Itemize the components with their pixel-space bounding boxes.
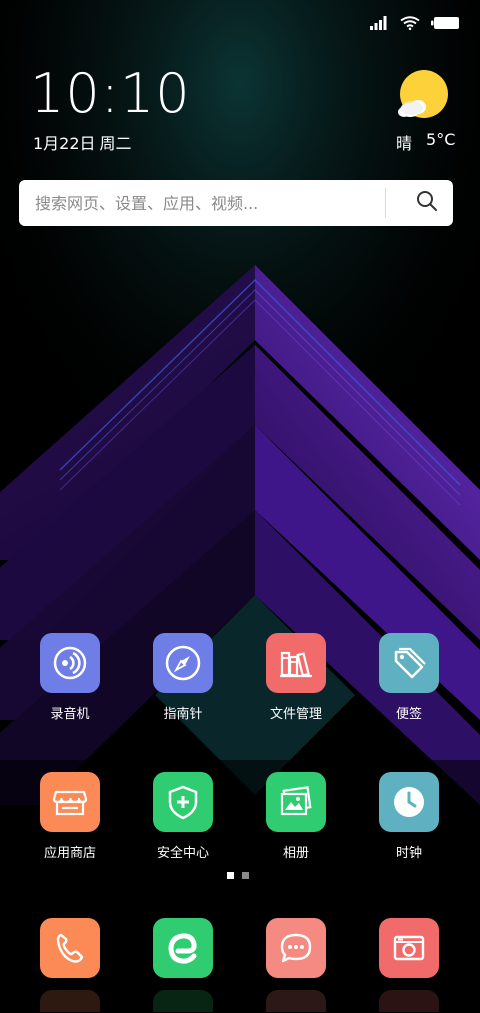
clock-icon (379, 772, 439, 832)
dock-messages[interactable] (266, 918, 326, 978)
file-manager-icon (266, 633, 326, 693)
app-recorder[interactable]: 录音机 (25, 633, 115, 722)
app-clock[interactable]: 时钟 (364, 772, 454, 861)
clock-time[interactable]: 10:10 (30, 62, 191, 125)
battery-icon (430, 16, 460, 30)
tag-icon (379, 633, 439, 693)
date-text: 1月22日 (33, 134, 96, 153)
dock-reflection (266, 990, 326, 1012)
page-dot-active[interactable] (227, 872, 234, 879)
recorder-icon (40, 633, 100, 693)
dock-phone[interactable] (40, 918, 100, 978)
search-input[interactable] (19, 180, 384, 226)
wifi-icon (400, 16, 420, 30)
app-label: 文件管理 (269, 707, 322, 722)
dock-reflection (40, 990, 100, 1012)
app-label: 时钟 (395, 846, 422, 861)
dock-reflection (153, 990, 213, 1012)
search-bar (19, 180, 453, 226)
page-indicator[interactable] (227, 872, 249, 879)
app-label: 录音机 (50, 707, 90, 722)
compass-icon (153, 633, 213, 693)
search-button[interactable] (405, 188, 449, 218)
weekday-text: 周二 (99, 134, 132, 153)
app-file-manager[interactable]: 文件管理 (251, 633, 341, 722)
phone-icon (40, 918, 100, 978)
weather-condition: 晴 (396, 134, 413, 153)
app-label: 应用商店 (43, 846, 96, 861)
status-bar (0, 0, 480, 44)
signal-icon (370, 16, 390, 30)
gallery-icon (266, 772, 326, 832)
app-store[interactable]: 应用商店 (25, 772, 115, 861)
store-icon (40, 772, 100, 832)
app-gallery[interactable]: 相册 (251, 772, 341, 861)
sun-cloud-icon[interactable] (396, 70, 450, 124)
search-divider (385, 188, 386, 218)
dock-camera[interactable] (379, 918, 439, 978)
date-line[interactable]: 1月22日 周二 (33, 130, 132, 154)
shield-plus-icon (153, 772, 213, 832)
app-label: 安全中心 (156, 846, 209, 861)
browser-icon (153, 918, 213, 978)
app-compass[interactable]: 指南针 (138, 633, 228, 722)
dock-reflection (379, 990, 439, 1012)
weather-info[interactable]: 晴 5°C (396, 130, 455, 154)
app-security[interactable]: 安全中心 (138, 772, 228, 861)
dock-browser[interactable] (153, 918, 213, 978)
app-label: 指南针 (163, 707, 203, 722)
app-label: 相册 (282, 846, 309, 861)
search-icon (416, 190, 438, 216)
page-dot[interactable] (242, 872, 249, 879)
camera-icon (379, 918, 439, 978)
app-notes[interactable]: 便签 (364, 633, 454, 722)
messages-icon (266, 918, 326, 978)
weather-temperature: 5°C (426, 130, 456, 149)
app-label: 便签 (395, 707, 422, 722)
